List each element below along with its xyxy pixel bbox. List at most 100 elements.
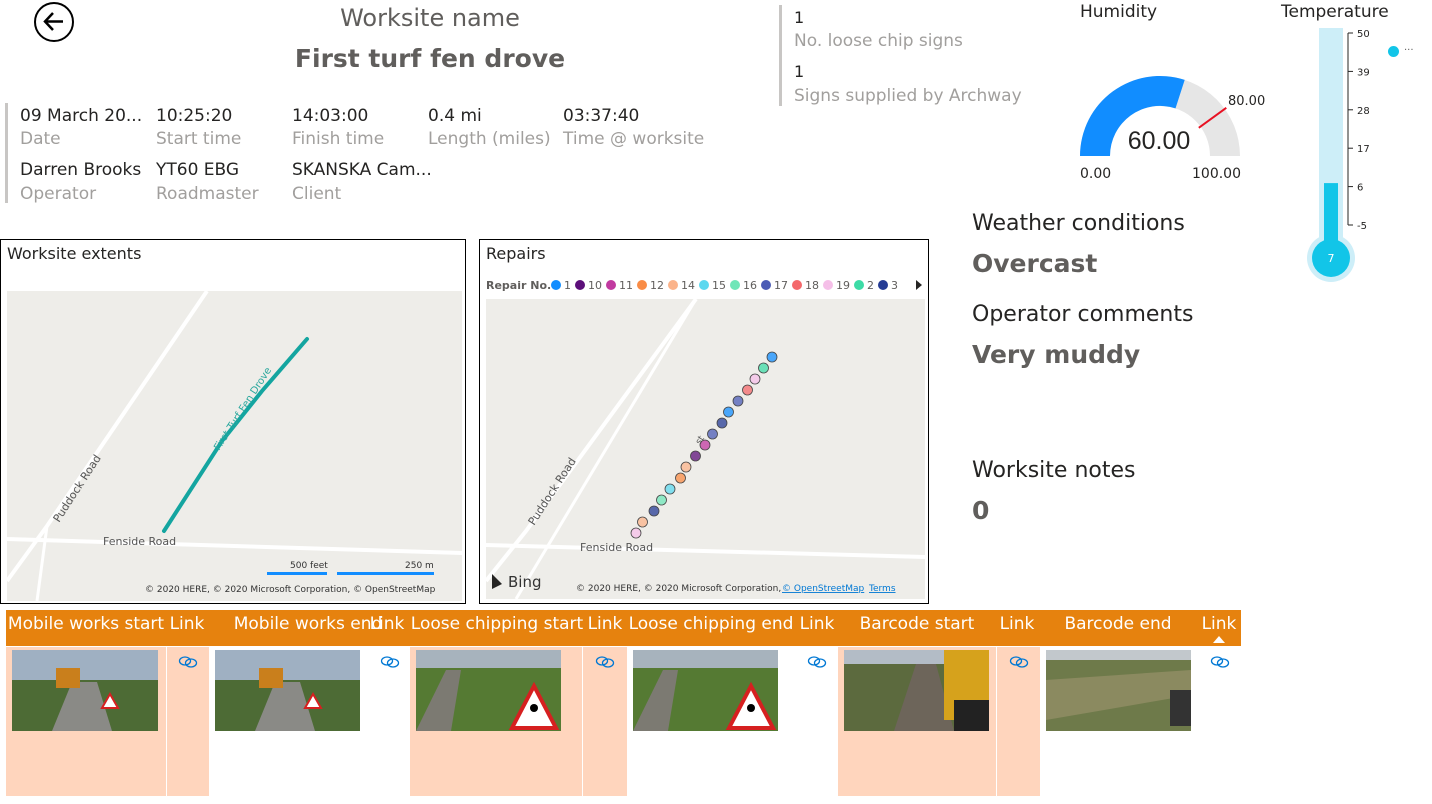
repair-point — [675, 472, 686, 484]
scale-meters-label: 250 m — [405, 561, 434, 571]
legend-dot — [699, 280, 709, 290]
chain-link-icon[interactable] — [595, 655, 615, 669]
humidity-min: 0.00 — [1080, 166, 1111, 182]
legend-dot — [878, 280, 888, 290]
worksite-name-value: First turf fen drove — [294, 44, 566, 73]
scale-feet-label: 500 feet — [290, 561, 328, 571]
legend-dot — [606, 280, 616, 290]
chain-link-icon[interactable] — [380, 655, 400, 669]
length-value: 0.4 mi — [428, 106, 482, 126]
worksite-name-label: Worksite name — [340, 4, 520, 32]
legend-label: 19 — [836, 279, 850, 292]
roadmaster-value: YT60 EBG — [156, 160, 240, 180]
scale-bar-feet — [267, 572, 327, 575]
repairs-map-canvas: Puddock Road Fenside Road st Bing © 2020… — [486, 299, 925, 599]
col-mobile-works-start[interactable]: Mobile works start — [6, 610, 166, 646]
puddock-road — [486, 299, 698, 583]
repair-point — [690, 450, 701, 462]
scale-bar-meters — [337, 572, 434, 575]
legend-dot — [730, 280, 740, 290]
temperature-legend-label: ... — [1404, 42, 1414, 53]
col-barcode-start[interactable]: Barcode start — [838, 610, 996, 646]
chain-link-icon[interactable] — [178, 655, 198, 669]
legend-label: 12 — [650, 279, 664, 292]
loose-chipping-end-photo[interactable] — [633, 650, 778, 731]
loose-chip-signs-label: No. loose chip signs — [794, 31, 963, 51]
repair-point — [723, 406, 734, 418]
loose-chipping-start-photo[interactable] — [416, 650, 561, 731]
comments-value: Very muddy — [972, 340, 1141, 369]
legend-label: 16 — [743, 279, 757, 292]
thermometer-tick-label: 6 — [1357, 183, 1363, 194]
thermometer-tick-label: 50 — [1357, 29, 1370, 40]
col-loose-chipping-start[interactable]: Loose chipping start — [410, 610, 584, 646]
fenside-road-label: Fenside Road — [103, 535, 176, 548]
mobile-works-end-photo[interactable] — [215, 650, 360, 731]
legend-dot — [668, 280, 678, 290]
repair-point — [758, 362, 769, 374]
repair-point — [742, 384, 753, 396]
fenside-road — [486, 543, 925, 559]
repairs-panel: Repairs Repair No. 1 10 11 12 14 15 16 17 18 19 2 3… — [479, 239, 929, 604]
repair-point — [664, 483, 676, 495]
legend-label: 17 — [774, 279, 788, 292]
chain-link-icon[interactable] — [1009, 655, 1029, 669]
chain-link-icon[interactable] — [1210, 655, 1230, 669]
thermometer-tick-label: 28 — [1357, 106, 1370, 117]
worksite-extents-map[interactable]: Puddock Road Fenside Road First Turf Fen… — [7, 291, 462, 601]
humidity-target-label: 80.00 — [1228, 94, 1265, 109]
roadmaster-label: Roadmaster — [156, 184, 259, 204]
repair-road — [514, 299, 698, 599]
terms-link: Terms — [868, 584, 896, 594]
puddock-road-label: Puddock Road — [51, 452, 104, 524]
worksite-track — [162, 337, 309, 533]
legend-label: 15 — [712, 279, 726, 292]
date-value: 09 March 20... — [20, 106, 143, 126]
col-link-2[interactable]: Link — [366, 610, 408, 646]
thermometer-tick-label: -5 — [1357, 221, 1367, 232]
barcode-start-photo[interactable] — [844, 650, 989, 731]
back-button[interactable] — [34, 2, 74, 42]
repairs-map[interactable]: Puddock Road Fenside Road st Bing © 2020… — [486, 299, 925, 599]
legend-dot — [575, 280, 585, 290]
repair-point — [656, 494, 667, 506]
mobile-works-start-photo[interactable] — [12, 650, 158, 731]
col-barcode-end[interactable]: Barcode end — [1038, 610, 1198, 646]
legend-label: 10 — [588, 279, 602, 292]
col-link-5[interactable]: Link — [996, 610, 1038, 646]
worksite-extents-title: Worksite extents — [7, 244, 142, 263]
legend-label: 1 — [564, 279, 571, 292]
finish-time-value: 14:03:00 — [292, 106, 369, 126]
fenside-road — [7, 537, 462, 555]
operator-label: Operator — [20, 184, 97, 204]
time-at-worksite-label: Time @ worksite — [563, 129, 705, 149]
map-credits: © 2020 HERE, © 2020 Microsoft Corporatio… — [576, 584, 781, 594]
legend-label: 2 — [867, 279, 874, 292]
time-at-worksite-value: 03:37:40 — [563, 106, 640, 126]
humidity-max: 100.00 — [1192, 166, 1241, 182]
repair-point — [716, 417, 728, 429]
col-loose-chipping-end[interactable]: Loose chipping end — [626, 610, 796, 646]
legend-dot — [792, 280, 802, 290]
barcode-end-photo[interactable] — [1046, 650, 1191, 731]
repair-point — [766, 351, 778, 363]
client-label: Client — [292, 184, 342, 204]
legend-dot — [551, 280, 561, 290]
puddock-road-label: Puddock Road — [526, 455, 579, 527]
thermometer-tick-label: 39 — [1357, 67, 1370, 78]
comments-label: Operator comments — [972, 302, 1194, 327]
humidity-title: Humidity — [1080, 2, 1158, 22]
col-link-1[interactable]: Link — [166, 610, 208, 646]
chain-link-icon[interactable] — [807, 655, 827, 669]
legend-dot — [761, 280, 771, 290]
col-link-4[interactable]: Link — [796, 610, 838, 646]
operator-value: Darren Brooks — [20, 160, 142, 180]
client-value: SKANSKA Cam... — [292, 160, 432, 180]
sort-ascending-icon[interactable] — [1213, 636, 1225, 644]
length-label: Length (miles) — [428, 129, 551, 149]
legend-label: 14 — [681, 279, 695, 292]
col-link-3[interactable]: Link — [584, 610, 626, 646]
signs-accent-bar — [779, 5, 782, 106]
temperature-legend-dot — [1388, 46, 1399, 57]
repair-point — [732, 395, 744, 407]
